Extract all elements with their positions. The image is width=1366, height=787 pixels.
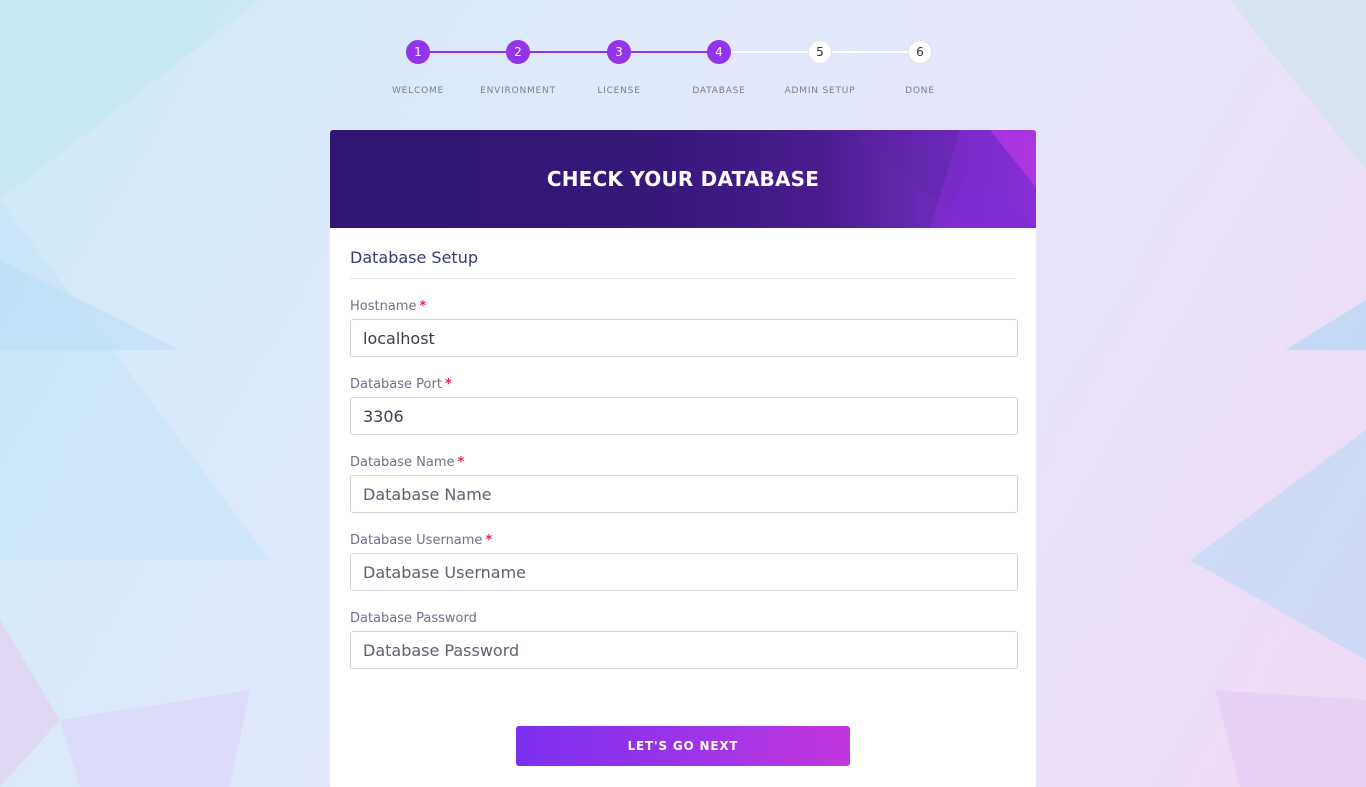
section-title: Database Setup <box>350 248 1016 279</box>
step-number: 4 <box>707 40 731 64</box>
install-stepper: 1 WELCOME 2 ENVIRONMENT 3 LICENSE 4 DATA… <box>368 40 970 100</box>
database-name-input[interactable] <box>350 475 1018 513</box>
database-username-label: Database Username * <box>350 533 493 548</box>
database-password-label: Database Password <box>350 611 477 626</box>
database-port-input[interactable] <box>350 397 1018 435</box>
username-field-group: Database Username * <box>350 533 1018 591</box>
hostname-field-group: Hostname * <box>350 299 1018 357</box>
password-field-group: Database Password <box>350 611 1018 669</box>
step-database: 4 DATABASE <box>669 40 769 96</box>
hostname-input[interactable] <box>350 319 1018 357</box>
database-name-label: Database Name * <box>350 455 465 470</box>
step-label: ENVIRONMENT <box>480 86 556 96</box>
step-done: 6 DONE <box>870 40 970 96</box>
step-number: 6 <box>908 40 932 64</box>
step-label: DONE <box>905 86 935 96</box>
required-mark: * <box>485 533 493 548</box>
step-environment: 2 ENVIRONMENT <box>468 40 568 96</box>
next-button[interactable]: LET'S GO NEXT <box>516 726 850 766</box>
port-label: Database Port * <box>350 377 452 392</box>
step-label: DATABASE <box>692 86 746 96</box>
step-number: 1 <box>406 40 430 64</box>
step-number: 3 <box>607 40 631 64</box>
database-username-input[interactable] <box>350 553 1018 591</box>
database-password-input[interactable] <box>350 631 1018 669</box>
port-field-group: Database Port * <box>350 377 1018 435</box>
card-title: CHECK YOUR DATABASE <box>546 167 820 191</box>
required-mark: * <box>444 377 452 392</box>
required-mark: * <box>419 299 427 314</box>
hostname-label: Hostname * <box>350 299 427 314</box>
step-number: 2 <box>506 40 530 64</box>
name-field-group: Database Name * <box>350 455 1018 513</box>
step-label: WELCOME <box>391 86 445 96</box>
step-label: ADMIN SETUP <box>784 86 856 96</box>
card-body: Database Setup Hostname* Database Port* … <box>330 228 1036 669</box>
step-admin-setup: 5 ADMIN SETUP <box>770 40 870 96</box>
step-license: 3 LICENSE <box>569 40 669 96</box>
step-number: 5 <box>808 40 832 64</box>
card-header: CHECK YOUR DATABASE <box>330 130 1036 228</box>
required-mark: * <box>457 455 465 470</box>
step-label: LICENSE <box>597 86 641 96</box>
step-welcome: 1 WELCOME <box>368 40 468 96</box>
database-card: CHECK YOUR DATABASE Database Setup Hostn… <box>329 129 1037 787</box>
